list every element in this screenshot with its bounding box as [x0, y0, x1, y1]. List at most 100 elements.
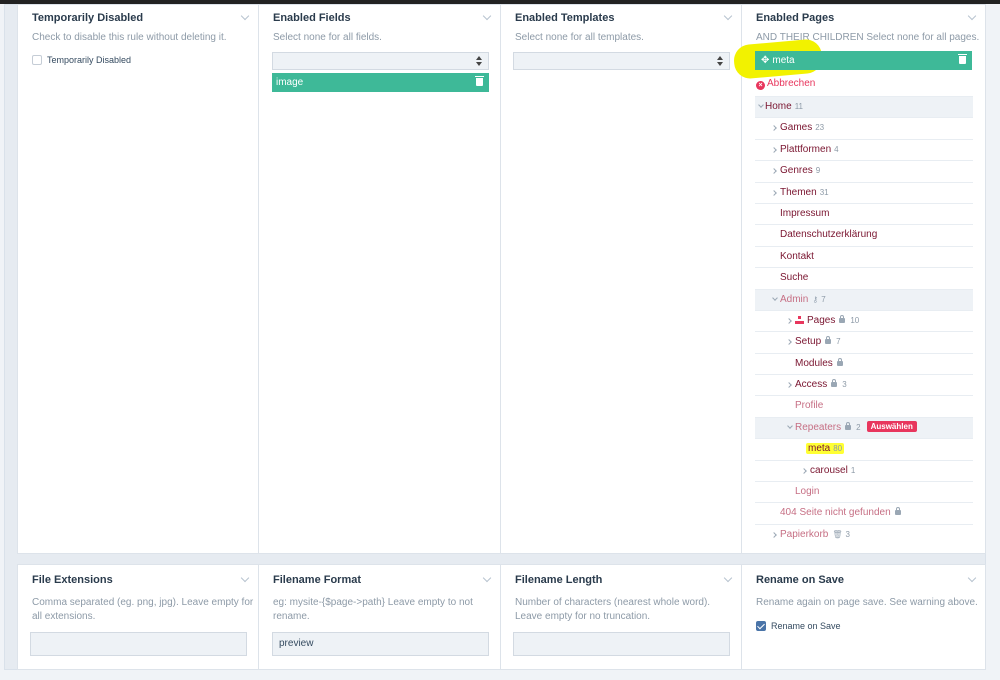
- checkbox-checked-icon[interactable]: [756, 621, 766, 631]
- panel-description: Select none for all templates.: [515, 32, 644, 43]
- collapse-chevron-icon[interactable]: [482, 11, 492, 21]
- enabled-templates-select[interactable]: [513, 52, 730, 70]
- tree-item-genres[interactable]: Genres 9: [755, 160, 973, 181]
- collapse-chevron-icon[interactable]: [482, 573, 492, 583]
- tree-item-games[interactable]: Games 23: [755, 117, 973, 138]
- tree-item-label: Pages: [807, 314, 836, 326]
- tree-item-label: Kontakt: [780, 250, 814, 262]
- tree-item-admin[interactable]: Admin ⚷ 7: [755, 288, 973, 310]
- tree-item-login[interactable]: Login: [755, 481, 973, 502]
- chevron-right-icon[interactable]: [771, 146, 777, 153]
- move-icon[interactable]: ✥: [761, 55, 769, 66]
- panel-title: Temporarily Disabled: [32, 12, 144, 24]
- tree-item-label: Suche: [780, 272, 809, 284]
- tree-item-label: Modules: [795, 357, 833, 369]
- tree-item-repeaters[interactable]: Repeaters 2 Auswählen: [755, 416, 973, 439]
- temporarily-disabled-checkbox[interactable]: Temporarily Disabled: [32, 55, 131, 65]
- tree-item-home[interactable]: Home 11: [755, 96, 973, 118]
- trash-icon[interactable]: [958, 54, 967, 64]
- tree-item-label: Repeaters: [795, 421, 842, 433]
- lock-icon: [839, 314, 846, 323]
- tree-item-count: 10: [850, 315, 860, 325]
- panel-description: Comma separated (eg. png, jpg). Leave em…: [32, 597, 254, 608]
- tree-item-label: Profile: [795, 400, 824, 412]
- tree-item-label: Games: [780, 122, 813, 134]
- chevron-right-icon[interactable]: [771, 531, 777, 538]
- tree-item-count: 11: [794, 102, 803, 111]
- collapse-chevron-icon[interactable]: [967, 11, 977, 21]
- panel-title: Enabled Templates: [515, 12, 615, 24]
- collapse-chevron-icon[interactable]: [723, 573, 733, 583]
- select-arrows-icon: [717, 56, 723, 66]
- select-arrows-icon: [476, 56, 482, 66]
- enabled-fields-select[interactable]: [272, 52, 489, 70]
- tree-item-setup[interactable]: Setup 7: [755, 331, 973, 352]
- lock-icon: [825, 336, 832, 345]
- select-badge[interactable]: Auswählen: [866, 420, 917, 432]
- chevron-right-icon[interactable]: [801, 467, 807, 474]
- panel-enabled-templates: Enabled Templates Select none for all te…: [500, 4, 742, 554]
- tree-item-count: 3: [845, 529, 850, 539]
- filename-length-input[interactable]: [513, 632, 730, 656]
- trash-icon[interactable]: [475, 76, 484, 86]
- tree-item-label: Datenschutzerklärung: [780, 229, 878, 241]
- tree-item-carousel[interactable]: carousel 1: [755, 459, 973, 481]
- tree-item-label: Access: [795, 379, 828, 391]
- selected-field-item[interactable]: image: [272, 73, 489, 92]
- chevron-right-icon[interactable]: [786, 339, 792, 346]
- trash-small-icon: 🗑: [832, 529, 843, 539]
- checkbox-icon[interactable]: [32, 55, 42, 65]
- lock-icon: [836, 357, 843, 366]
- selected-page-item[interactable]: ✥ meta: [755, 51, 972, 70]
- chevron-right-icon[interactable]: [771, 168, 777, 175]
- collapse-chevron-icon[interactable]: [240, 573, 250, 583]
- panel-temporarily-disabled: Temporarily Disabled Check to disable th…: [17, 4, 259, 554]
- tree-item-label: Setup: [795, 336, 822, 348]
- tree-item-label: Genres: [780, 165, 813, 177]
- tree-item-count: 80: [833, 444, 843, 454]
- tree-item-access[interactable]: Access 3: [755, 374, 973, 395]
- panel-description-2: Leave empty for no truncation.: [515, 611, 651, 622]
- tree-item-label: Login: [795, 486, 820, 498]
- cancel-link[interactable]: × Abbrechen: [756, 78, 815, 90]
- rename-on-save-checkbox[interactable]: Rename on Save: [756, 621, 841, 631]
- chevron-down-icon[interactable]: [758, 102, 764, 108]
- chevron-right-icon[interactable]: [786, 318, 792, 324]
- tree-item-impressum[interactable]: Impressum: [755, 202, 973, 224]
- collapse-chevron-icon[interactable]: [723, 11, 733, 21]
- panel-description: Select none for all fields.: [273, 32, 382, 43]
- tree-item-themen[interactable]: Themen 31: [755, 181, 973, 203]
- chevron-right-icon[interactable]: [771, 125, 777, 132]
- tree-item-meta[interactable]: meta 80: [755, 438, 973, 459]
- chevron-down-icon[interactable]: [772, 294, 778, 301]
- tree-item-plattformen[interactable]: Plattformen 4: [755, 138, 973, 160]
- panel-file-extensions: File Extensions Comma separated (eg. png…: [17, 564, 259, 670]
- panel-enabled-fields: Enabled Fields Select none for all field…: [258, 4, 501, 554]
- panel-description: Number of characters (nearest whole word…: [515, 597, 711, 608]
- chevron-right-icon[interactable]: [771, 189, 777, 196]
- tree-item-suche[interactable]: Suche: [755, 267, 973, 288]
- tree-item-count: 23: [815, 123, 825, 133]
- tree-item-profile[interactable]: Profile: [755, 395, 973, 416]
- tree-item-count: 31: [819, 187, 829, 197]
- collapse-chevron-icon[interactable]: [240, 11, 250, 21]
- tree-item-pages[interactable]: Pages 10: [755, 309, 973, 331]
- chevron-right-icon[interactable]: [786, 382, 792, 388]
- tree-item-404[interactable]: 404 Seite nicht gefunden: [755, 502, 973, 523]
- panel-filename-format: Filename Format eg: mysite-{$page->path}…: [258, 564, 501, 670]
- filename-format-input[interactable]: preview: [272, 632, 489, 656]
- file-extensions-input[interactable]: [30, 632, 247, 656]
- tree-item-papierkorb[interactable]: Papierkorb 🗑 3: [755, 523, 973, 545]
- panel-title: File Extensions: [32, 574, 113, 586]
- panel-description: Rename again on page save. See warning a…: [756, 597, 978, 608]
- tree-item-count: 1: [850, 465, 856, 475]
- tree-item-datenschutz[interactable]: Datenschutzerklärung: [755, 224, 973, 245]
- tree-item-count: 7: [836, 337, 841, 347]
- tree-item-count: 9: [815, 166, 821, 176]
- tree-item-label: Impressum: [780, 207, 830, 219]
- checkbox-label: Rename on Save: [771, 621, 841, 631]
- tree-item-modules[interactable]: Modules: [755, 352, 973, 374]
- collapse-chevron-icon[interactable]: [967, 573, 977, 583]
- tree-item-kontakt[interactable]: Kontakt: [755, 245, 973, 267]
- chevron-down-icon[interactable]: [787, 423, 793, 429]
